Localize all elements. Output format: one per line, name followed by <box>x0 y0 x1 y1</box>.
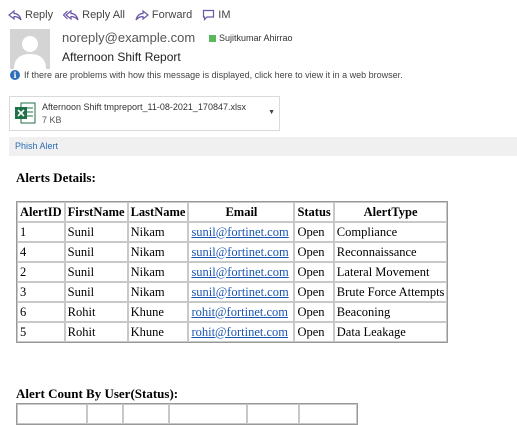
email-link[interactable]: sunil@fortinet.com <box>191 245 288 259</box>
table-row: 4 Sunil Nikam sunil@fortinet.com Open Re… <box>17 242 448 262</box>
cell-alertid: 6 <box>17 302 65 322</box>
cell-lastname: Nikam <box>127 262 189 282</box>
column-header-lastname: LastName <box>127 202 189 222</box>
cell-email: rohit@fortinet.com <box>188 322 295 342</box>
forward-button[interactable]: Forward <box>135 9 192 21</box>
column-header-email: Email <box>188 202 295 222</box>
forward-label: Forward <box>151 9 193 21</box>
table-header-row <box>17 404 357 424</box>
alerts-heading: Alerts Details: <box>16 170 96 185</box>
cell-firstname: Sunil <box>64 262 128 282</box>
phish-alert-bar: Phish Alert <box>9 137 517 156</box>
cell-email: sunil@fortinet.com <box>188 242 295 262</box>
cell-email: sunil@fortinet.com <box>188 262 295 282</box>
column-header-alerttype: AlertType <box>333 202 448 222</box>
cell-lastname: Khune <box>127 302 189 322</box>
reply-label: Reply <box>25 9 54 21</box>
table-row: 6 Rohit Khune rohit@fortinet.com Open Be… <box>17 302 448 322</box>
attachment-name: Afternoon Shift tmpreport_11-08-2021_170… <box>42 102 246 112</box>
reply-all-button[interactable]: Reply All <box>63 9 125 21</box>
message-toolbar: Reply Reply All Forward IM <box>8 6 241 24</box>
cell-lastname: Nikam <box>127 282 189 302</box>
cell-alerttype: Brute Force Attempts <box>333 282 448 302</box>
reply-all-label: Reply All <box>82 9 125 21</box>
cell-alertid: 2 <box>17 262 65 282</box>
column-header-cell <box>87 404 123 424</box>
cell-status: Open <box>294 222 334 242</box>
column-header-status: Status <box>294 202 334 222</box>
table-header-row: AlertID FirstName LastName Email Status … <box>17 202 448 222</box>
im-icon <box>203 9 215 21</box>
message-subject: Afternoon Shift Report <box>62 50 181 64</box>
column-header-firstname: FirstName <box>64 202 128 222</box>
cell-lastname: Nikam <box>127 222 189 242</box>
recipient[interactable]: Sujitkumar Ahirrao <box>209 33 293 43</box>
column-header-alertid: AlertID <box>17 202 65 222</box>
table-row: 3 Sunil Nikam sunil@fortinet.com Open Br… <box>17 282 448 302</box>
email-link[interactable]: rohit@fortinet.com <box>191 325 288 339</box>
cell-firstname: Sunil <box>64 242 128 262</box>
cell-status: Open <box>294 302 334 322</box>
cell-status: Open <box>294 282 334 302</box>
sender-address[interactable]: noreply@example.com <box>62 30 195 45</box>
column-header-cell <box>123 404 169 424</box>
im-button[interactable]: IM <box>202 9 231 21</box>
cell-email: sunil@fortinet.com <box>188 222 295 242</box>
table-row: 2 Sunil Nikam sunil@fortinet.com Open La… <box>17 262 448 282</box>
cell-email: rohit@fortinet.com <box>188 302 295 322</box>
presence-status-icon <box>209 34 216 42</box>
cell-alerttype: Reconnaissance <box>333 242 448 262</box>
reply-all-icon <box>63 9 79 21</box>
cell-alerttype: Data Leakage <box>333 322 448 342</box>
cell-firstname: Rohit <box>64 322 128 342</box>
alerts-table: AlertID FirstName LastName Email Status … <box>16 201 449 343</box>
cell-alerttype: Compliance <box>333 222 448 242</box>
alert-count-table <box>16 403 358 425</box>
attachment-size: 7 KB <box>42 115 62 125</box>
cell-lastname: Khune <box>127 322 189 342</box>
cell-alertid: 3 <box>17 282 65 302</box>
cell-lastname: Nikam <box>127 242 189 262</box>
info-bar[interactable]: i If there are problems with how this me… <box>10 70 403 80</box>
column-header-cell <box>299 404 357 424</box>
cell-alertid: 4 <box>17 242 65 262</box>
recipient-name: Sujitkumar Ahirrao <box>219 33 293 43</box>
cell-alertid: 1 <box>17 222 65 242</box>
reply-button[interactable]: Reply <box>8 9 53 21</box>
table-row: 5 Rohit Khune rohit@fortinet.com Open Da… <box>17 322 448 342</box>
cell-alerttype: Beaconing <box>333 302 448 322</box>
im-label: IM <box>218 9 231 21</box>
cell-firstname: Sunil <box>64 222 128 242</box>
excel-file-icon <box>15 102 36 124</box>
cell-firstname: Sunil <box>64 282 128 302</box>
cell-email: sunil@fortinet.com <box>188 282 295 302</box>
cell-alerttype: Lateral Movement <box>333 262 448 282</box>
attachment-card[interactable]: Afternoon Shift tmpreport_11-08-2021_170… <box>9 96 280 131</box>
cell-status: Open <box>294 322 334 342</box>
person-silhouette-icon <box>14 36 46 69</box>
email-link[interactable]: sunil@fortinet.com <box>191 265 288 279</box>
reply-icon <box>8 9 22 21</box>
phish-alert-link[interactable]: Phish Alert <box>15 141 58 151</box>
info-bar-text: If there are problems with how this mess… <box>24 70 403 80</box>
column-header-cell <box>247 404 299 424</box>
cell-firstname: Rohit <box>64 302 128 322</box>
forward-icon <box>135 9 149 21</box>
email-link[interactable]: sunil@fortinet.com <box>191 225 288 239</box>
cell-status: Open <box>294 262 334 282</box>
alert-count-heading: Alert Count By User(Status): <box>16 386 179 401</box>
info-icon: i <box>10 70 20 80</box>
email-link[interactable]: sunil@fortinet.com <box>191 285 288 299</box>
column-header-cell <box>17 404 87 424</box>
chevron-down-icon[interactable]: ▼ <box>268 109 275 116</box>
email-link[interactable]: rohit@fortinet.com <box>191 305 288 319</box>
column-header-cell <box>169 404 247 424</box>
avatar <box>10 29 50 69</box>
cell-status: Open <box>294 242 334 262</box>
table-row: 1 Sunil Nikam sunil@fortinet.com Open Co… <box>17 222 448 242</box>
cell-alertid: 5 <box>17 322 65 342</box>
